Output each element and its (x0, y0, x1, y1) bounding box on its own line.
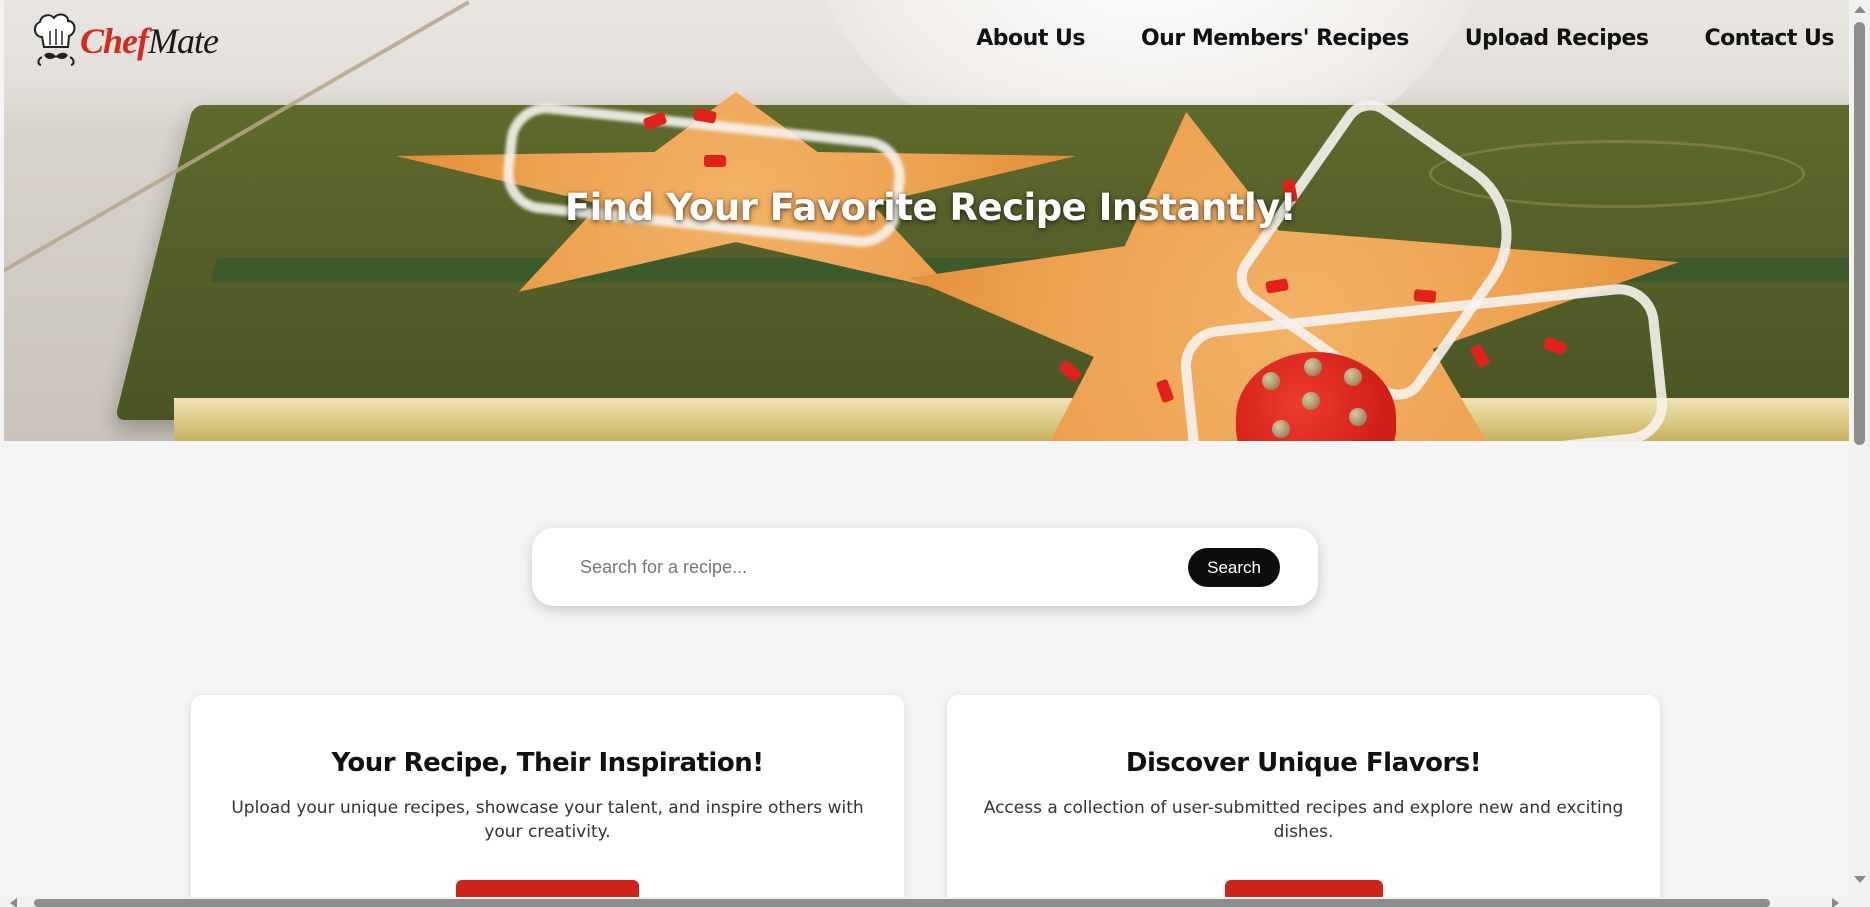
hero-banner: Find Your Favorite Recipe Instantly! (4, 0, 1849, 441)
nav-contact-us[interactable]: Contact Us (1705, 26, 1835, 51)
nav-members-recipes[interactable]: Our Members' Recipes (1141, 26, 1409, 51)
search-bar: Search (532, 528, 1318, 606)
search-input[interactable] (578, 555, 1182, 579)
scroll-down-arrow-icon[interactable] (1854, 876, 1866, 883)
hero-title: Find Your Favorite Recipe Instantly! (564, 186, 1297, 229)
scroll-right-arrow-icon[interactable] (1832, 898, 1839, 907)
vertical-scroll-thumb[interactable] (1854, 22, 1865, 445)
vertical-scrollbar[interactable] (1849, 0, 1870, 907)
logo-text-chef: Chef (80, 21, 149, 61)
chef-hat-mustache-icon (34, 13, 76, 66)
scroll-up-arrow-icon[interactable] (1854, 6, 1866, 13)
nav-upload-recipes[interactable]: Upload Recipes (1465, 26, 1649, 51)
card-description: Upload your unique recipes, showcase you… (231, 798, 864, 842)
card-title: Your Recipe, Their Inspiration! (331, 748, 764, 778)
card-title: Discover Unique Flavors! (1125, 748, 1482, 778)
horizontal-scrollbar[interactable] (0, 897, 1849, 907)
logo-text-mate: Mate (148, 21, 219, 61)
main-nav: About Us Our Members' Recipes Upload Rec… (976, 26, 1834, 51)
scroll-left-arrow-icon[interactable] (10, 898, 17, 907)
card-description: Access a collection of user-submitted re… (983, 798, 1624, 842)
discover-feature-card: Discover Unique Flavors! Access a collec… (947, 695, 1660, 907)
site-logo[interactable]: ChefMate (30, 10, 219, 72)
nav-about-us[interactable]: About Us (976, 26, 1085, 51)
upload-feature-card: Your Recipe, Their Inspiration! Upload y… (191, 695, 904, 907)
horizontal-scroll-thumb[interactable] (34, 899, 1770, 907)
page: Find Your Favorite Recipe Instantly! Che… (0, 0, 1870, 907)
search-button[interactable]: Search (1188, 548, 1280, 587)
